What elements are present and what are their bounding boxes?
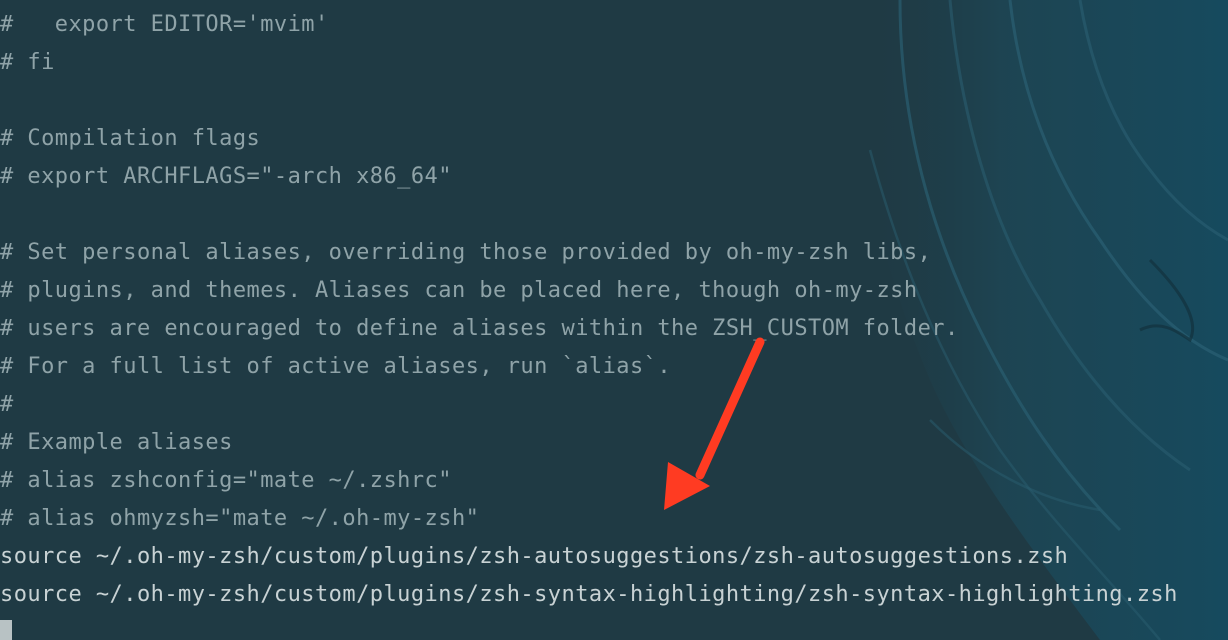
terminal-line: # plugins, and themes. Aliases can be pl… bbox=[0, 278, 918, 303]
terminal-line-source-syntax-highlighting: source ~/.oh-my-zsh/custom/plugins/zsh-s… bbox=[0, 582, 1178, 607]
terminal-window[interactable]: # export EDITOR='mvim' # fi # Compilatio… bbox=[0, 6, 1228, 640]
terminal-line-source-autosuggestions: source ~/.oh-my-zsh/custom/plugins/zsh-a… bbox=[0, 544, 1069, 569]
terminal-line: # alias ohmyzsh="mate ~/.oh-my-zsh" bbox=[0, 506, 480, 531]
terminal-line: # Example aliases bbox=[0, 430, 233, 455]
terminal-line: # alias zshconfig="mate ~/.zshrc" bbox=[0, 468, 452, 493]
terminal-line: # export ARCHFLAGS="-arch x86_64" bbox=[0, 164, 452, 189]
terminal-line: # fi bbox=[0, 50, 55, 75]
text-cursor bbox=[0, 620, 12, 640]
terminal-line: # Compilation flags bbox=[0, 126, 261, 151]
terminal-cursor-line[interactable] bbox=[0, 614, 1228, 640]
terminal-line: # For a full list of active aliases, run… bbox=[0, 354, 672, 379]
terminal-line: # users are encouraged to define aliases… bbox=[0, 316, 959, 341]
terminal-line: # bbox=[0, 392, 14, 417]
terminal-line: # export EDITOR='mvim' bbox=[0, 12, 329, 37]
terminal-line: # Set personal aliases, overriding those… bbox=[0, 240, 932, 265]
